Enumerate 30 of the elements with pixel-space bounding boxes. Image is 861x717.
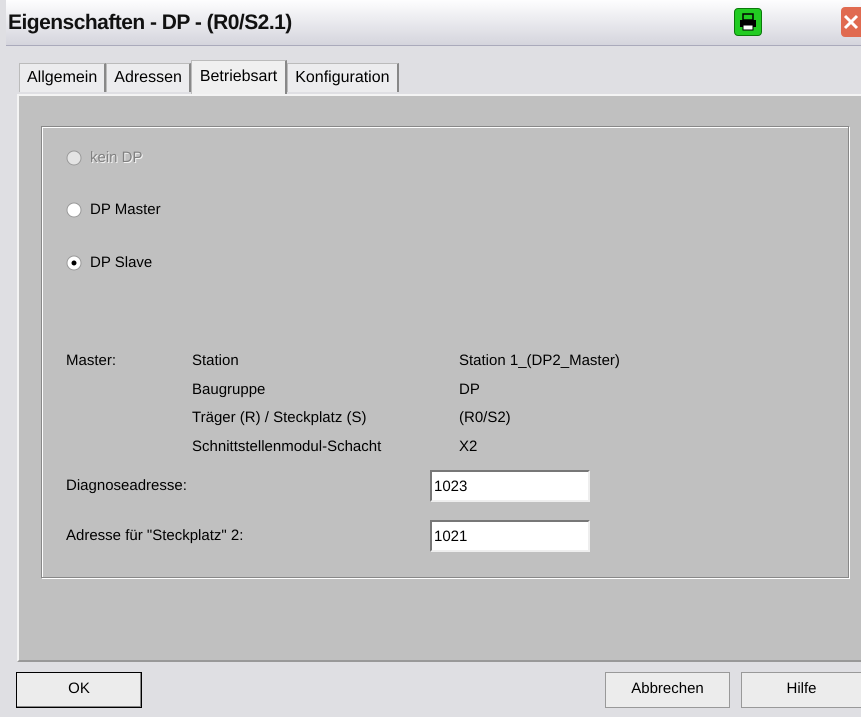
tab[interactable]: Betriebsart: [190, 60, 288, 94]
property-value: Station 1_(DP2_Master): [459, 351, 620, 372]
window-title: Eigenschaften - DP - (R0/S2.1): [8, 10, 292, 36]
close-icon: [843, 14, 859, 30]
input-field[interactable]: 1021: [430, 520, 590, 552]
field-label: Adresse für "Steckplatz" 2:: [66, 526, 244, 546]
radio-label: DP Master: [90, 200, 161, 220]
cancel-button[interactable]: Abbrechen: [605, 672, 730, 708]
input-field[interactable]: 1023: [430, 470, 590, 502]
property-name: Träger (R) / Steckplatz (S): [192, 408, 368, 428]
property-value: DP: [459, 380, 480, 400]
property-name: Station: [192, 351, 240, 372]
property-name: Baugruppe: [192, 380, 266, 400]
print-button[interactable]: [734, 8, 762, 36]
radio-label: kein DP: [90, 148, 143, 168]
field-label: Diagnoseadresse:: [66, 476, 188, 496]
master-label: Master:: [66, 351, 118, 372]
tab[interactable]: Allgemein: [19, 62, 106, 92]
tab[interactable]: Adressen: [106, 62, 191, 92]
property-value: (R0/S2): [459, 408, 511, 428]
property-value: X2: [459, 436, 478, 457]
close-button[interactable]: [841, 7, 861, 38]
radio-button[interactable]: [66, 202, 82, 218]
radio-label: DP Slave: [90, 252, 152, 273]
ok-button[interactable]: OK: [16, 672, 142, 708]
tab[interactable]: Konfiguration: [287, 62, 399, 92]
printer-icon: [738, 13, 758, 32]
radio-button[interactable]: [66, 254, 82, 271]
property-name: Schnittstellenmodul-Schacht: [192, 436, 382, 457]
help-button[interactable]: Hilfe: [741, 672, 861, 708]
